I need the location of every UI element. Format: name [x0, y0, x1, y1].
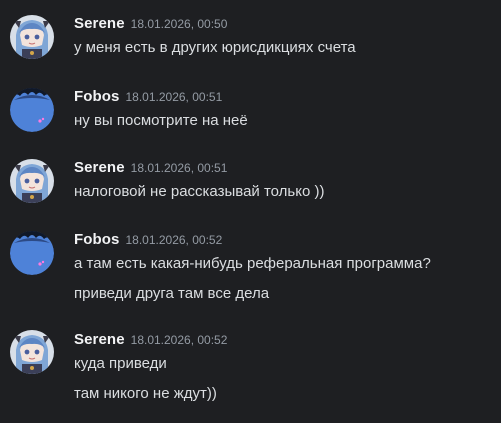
- username[interactable]: Serene: [74, 331, 125, 348]
- username[interactable]: Fobos: [74, 88, 120, 105]
- blue-sphere-avatar-icon[interactable]: [10, 88, 54, 132]
- username[interactable]: Fobos: [74, 231, 120, 248]
- message-header: Fobos 18.01.2026, 00:52: [74, 231, 222, 249]
- timestamp: 18.01.2026, 00:51: [125, 90, 223, 104]
- anime-girl-avatar-icon[interactable]: [10, 159, 54, 203]
- message-header: Serene 18.01.2026, 00:50: [74, 15, 227, 33]
- chat-message-list: Serene 18.01.2026, 00:50 у меня есть в др…: [0, 0, 501, 423]
- message-text: приведи друга там все дела: [74, 285, 270, 302]
- message-header: Fobos 18.01.2026, 00:51: [74, 88, 222, 106]
- message-text: у меня есть в других юрисдикциях счета: [74, 39, 356, 56]
- message-text: ну вы посмотрите на неё: [74, 112, 248, 129]
- timestamp: 18.01.2026, 00:50: [130, 17, 228, 31]
- message-text: там никого не ждут)): [74, 385, 217, 402]
- message-text: налоговой не рассказывай только )): [74, 183, 325, 200]
- anime-girl-avatar-icon[interactable]: [10, 15, 54, 59]
- anime-girl-avatar-icon[interactable]: [10, 330, 54, 374]
- timestamp: 18.01.2026, 00:52: [130, 333, 228, 347]
- message-header: Serene 18.01.2026, 00:52: [74, 331, 227, 349]
- message-text: а там есть какая-нибудь реферальная прог…: [74, 255, 431, 272]
- message-header: Serene 18.01.2026, 00:51: [74, 159, 227, 177]
- username[interactable]: Serene: [74, 159, 125, 176]
- timestamp: 18.01.2026, 00:52: [125, 233, 223, 247]
- message-text: куда приведи: [74, 355, 167, 372]
- blue-sphere-avatar-icon[interactable]: [10, 231, 54, 275]
- timestamp: 18.01.2026, 00:51: [130, 161, 228, 175]
- username[interactable]: Serene: [74, 15, 125, 32]
